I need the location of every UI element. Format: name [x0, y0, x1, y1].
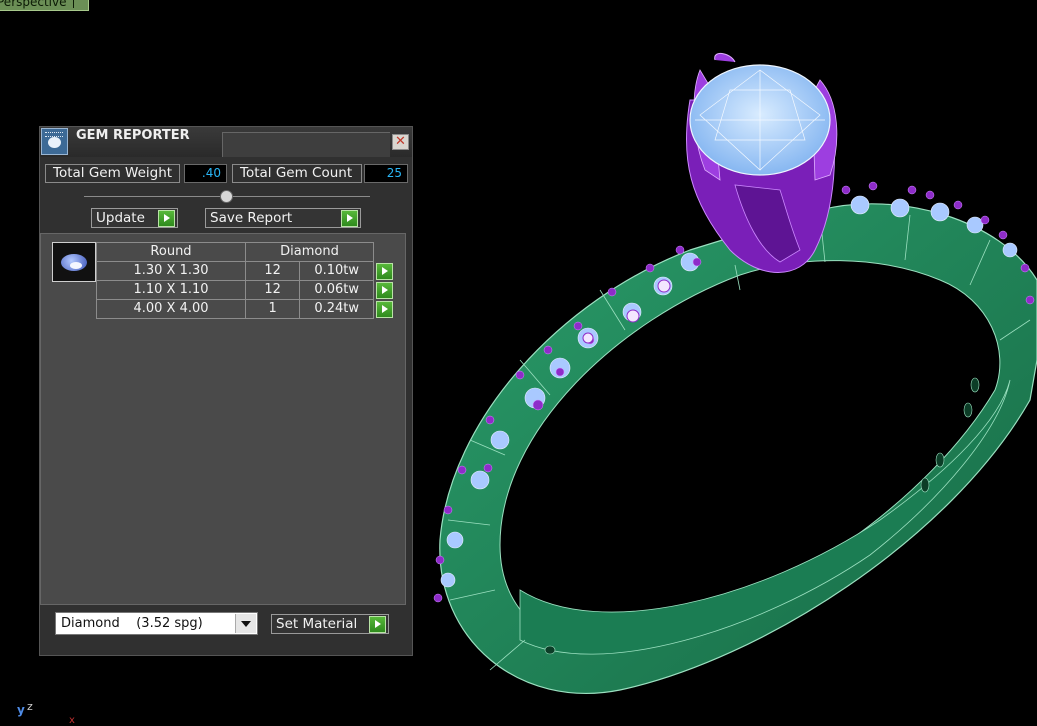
viewport-label[interactable]: Perspective — [0, 0, 89, 11]
gem-reporter-icon — [41, 128, 68, 155]
set-material-button[interactable]: Set Material — [271, 614, 389, 634]
row-weight: 0.06tw — [299, 280, 374, 300]
axis-z-label: z — [27, 700, 33, 713]
row-size: 1.10 X 1.10 — [96, 280, 246, 300]
gem-reporter-titlebar[interactable]: GEM REPORTER ✕ — [40, 127, 412, 157]
save-report-button[interactable]: Save Report — [205, 208, 361, 228]
close-icon[interactable]: ✕ — [392, 134, 409, 150]
row-weight: 0.24tw — [299, 299, 374, 319]
total-gem-count-label: Total Gem Count — [232, 164, 362, 183]
table-row[interactable]: 1.10 X 1.10 12 0.06tw — [96, 280, 395, 300]
panel-title: GEM REPORTER — [76, 128, 190, 143]
header-material: Diamond — [245, 242, 374, 262]
axis-y-label: y — [17, 703, 25, 717]
table-row[interactable]: 4.00 X 4.00 1 0.24tw — [96, 299, 395, 319]
viewport-label-text: Perspective — [0, 0, 67, 9]
row-weight: 0.10tw — [299, 261, 374, 281]
gem-list[interactable]: Round Diamond 1.30 X 1.30 12 0.10tw 1.10… — [40, 233, 406, 605]
viewport-label-tick — [72, 0, 82, 8]
table-row[interactable]: 1.30 X 1.30 12 0.10tw — [96, 261, 395, 281]
total-gem-weight-label: Total Gem Weight — [45, 164, 180, 183]
save-report-button-label: Save Report — [210, 210, 293, 226]
update-button-label: Update — [96, 210, 145, 226]
table-header-row: Round Diamond — [96, 242, 395, 262]
title-tab — [222, 132, 390, 157]
play-arrow-icon[interactable] — [376, 281, 393, 299]
slider-knob[interactable] — [220, 190, 233, 203]
gem-reporter-panel: GEM REPORTER ✕ Total Gem Weight .40 Tota… — [39, 126, 413, 656]
update-button[interactable]: Update — [91, 208, 178, 228]
header-shape: Round — [96, 242, 246, 262]
play-arrow-icon — [158, 210, 175, 227]
material-select[interactable]: Diamond (3.52 spg) — [55, 612, 258, 635]
gem-table: Round Diamond 1.30 X 1.30 12 0.10tw 1.10… — [96, 242, 395, 319]
row-count: 1 — [244, 299, 301, 319]
set-material-button-label: Set Material — [276, 616, 358, 632]
row-size: 4.00 X 4.00 — [96, 299, 246, 319]
row-size: 1.30 X 1.30 — [96, 261, 246, 281]
ring-band — [439, 203, 1037, 695]
total-gem-count-value: 25 — [364, 164, 408, 183]
material-select-value: Diamond (3.52 spg) — [61, 616, 203, 631]
row-count: 12 — [244, 261, 301, 281]
play-arrow-icon[interactable] — [376, 262, 393, 280]
total-gem-weight-value: .40 — [184, 164, 227, 183]
round-gem-icon[interactable] — [52, 242, 96, 282]
ring-head — [685, 53, 838, 273]
play-arrow-icon[interactable] — [376, 300, 393, 318]
row-count: 12 — [244, 280, 301, 300]
dropdown-arrow-icon[interactable] — [235, 614, 256, 633]
play-arrow-icon — [341, 210, 358, 227]
play-arrow-icon — [369, 616, 386, 633]
